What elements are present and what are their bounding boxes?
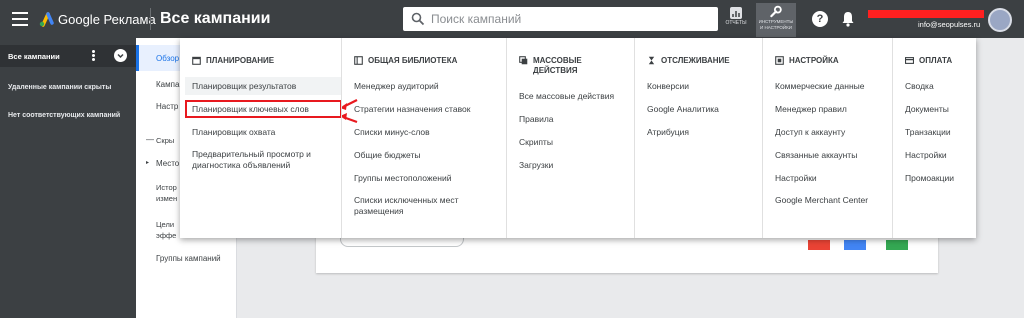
menu-item-shared-budgets[interactable]: Общие бюджеты — [354, 150, 420, 161]
nav-item-overview[interactable]: Обзор — [156, 54, 179, 63]
calendar-icon — [192, 56, 201, 65]
help-icon[interactable]: ? — [812, 11, 828, 27]
menu-item-billing-settings[interactable]: Настройки — [905, 150, 947, 161]
menu-item-google-merchant-center[interactable]: Google Merchant Center — [775, 195, 875, 206]
red-block — [808, 240, 830, 250]
tools-and-settings-button[interactable]: ИНСТРУМЕНТЫ И НАСТРОЙКИ — [756, 3, 796, 37]
setup-icon — [775, 56, 784, 65]
menu-column-header: НАСТРОЙКА — [775, 56, 839, 67]
reports-label: ОТЧЕТЫ — [725, 20, 747, 26]
nav-item-campaigns[interactable]: Кампа — [156, 80, 179, 89]
page-title: Все кампании — [160, 10, 271, 27]
menu-item-bid-strategies[interactable]: Стратегии назначения ставок — [354, 104, 470, 115]
reports-button[interactable]: ОТЧЕТЫ — [724, 4, 748, 36]
notifications-bell-icon[interactable] — [841, 11, 855, 27]
menu-item-all-bulk-actions[interactable]: Все массовые действия — [519, 91, 614, 102]
reports-icon — [730, 7, 742, 19]
header-divider — [150, 8, 151, 30]
menu-item-placement-exclusion-lists[interactable]: Списки исключенных мест размещения — [354, 195, 494, 217]
menu-item-ad-preview-diagnosis[interactable]: Предварительный просмотр и диагностика о… — [192, 149, 332, 171]
blue-block — [844, 240, 866, 250]
menu-column-header: ОБЩАЯ БИБЛИОТЕКА — [354, 56, 457, 67]
nav-item-change-history-line2[interactable]: измен — [156, 193, 177, 204]
menu-item-conversions[interactable]: Конверсии — [647, 81, 689, 92]
menu-item-attribution[interactable]: Атрибуция — [647, 127, 689, 138]
library-icon — [354, 56, 363, 65]
menu-item-business-data[interactable]: Коммерческие данные — [775, 81, 865, 92]
menu-item-summary[interactable]: Сводка — [905, 81, 934, 92]
card-icon — [905, 57, 914, 64]
no-matching-campaigns-text: Нет соответствующих кампаний — [8, 112, 121, 119]
menu-item-linked-accounts[interactable]: Связанные аккаунты — [775, 150, 857, 161]
menu-item-performance-planner[interactable]: Планировщик результатов — [192, 81, 296, 92]
wrench-icon — [770, 5, 782, 18]
tools-label-line1: ИНСТРУМЕНТЫ — [758, 19, 794, 24]
menu-item-rules[interactable]: Правила — [519, 114, 554, 125]
menu-item-rule-manager[interactable]: Менеджер правил — [775, 104, 847, 115]
brand-name[interactable]: Google Реклама — [58, 12, 156, 27]
menu-column-measurement: ОТСЛЕЖИВАНИЕ Конверсии Google Аналитика … — [634, 38, 762, 238]
search-input[interactable] — [431, 10, 711, 28]
collapse-dash: — — [146, 135, 154, 144]
menu-item-account-access[interactable]: Доступ к аккаунту — [775, 127, 845, 138]
nav-item-settings[interactable]: Настр — [156, 102, 178, 111]
menu-column-header: ОТСЛЕЖИВАНИЕ — [647, 56, 730, 67]
removed-campaigns-hidden-text: Удаленные кампании скрыты — [8, 84, 112, 91]
avatar[interactable] — [988, 8, 1012, 32]
menu-item-promotions[interactable]: Промоакции — [905, 173, 954, 184]
more-options-icon[interactable] — [92, 50, 96, 62]
menu-item-transactions[interactable]: Транзакции — [905, 127, 951, 138]
overview-card — [316, 233, 938, 273]
nav-item-hide[interactable]: Скры — [156, 136, 174, 145]
menu-column-billing: ОПЛАТА Сводка Документы Транзакции Настр… — [892, 38, 976, 238]
chevron-down-icon[interactable] — [114, 49, 127, 62]
nav-item-locations[interactable]: Место — [156, 159, 179, 168]
menu-item-preferences[interactable]: Настройки — [775, 173, 817, 184]
green-block — [886, 240, 908, 250]
menu-item-scripts[interactable]: Скрипты — [519, 137, 553, 148]
menu-column-header: ПЛАНИРОВАНИЕ — [192, 56, 274, 67]
redacted-account-name — [868, 10, 984, 18]
menu-icon[interactable] — [12, 12, 28, 26]
all-campaigns-label: Все кампании — [8, 52, 60, 61]
menu-column-setup: НАСТРОЙКА Коммерческие данные Менеджер п… — [762, 38, 892, 238]
top-app-bar: Google Реклама Все кампании ОТЧЕТЫ ИНСТР… — [0, 0, 1024, 38]
tools-label-line2: И НАСТРОЙКИ — [760, 25, 792, 30]
menu-item-location-groups[interactable]: Группы местоположений — [354, 173, 451, 184]
menu-column-shared-library: ОБЩАЯ БИБЛИОТЕКА Менеджер аудиторий Стра… — [341, 38, 506, 238]
menu-item-reach-planner[interactable]: Планировщик охвата — [192, 127, 275, 138]
expand-arrow-icon[interactable]: ▸ — [146, 159, 149, 166]
search-icon — [411, 12, 425, 26]
campaign-tree-panel: Все кампании Удаленные кампании скрыты Н… — [0, 38, 136, 318]
all-campaigns-row[interactable]: Все кампании — [0, 45, 136, 67]
nav-item-goals-line1[interactable]: Цели — [156, 219, 174, 230]
hourglass-icon — [648, 56, 655, 65]
menu-column-planning: ПЛАНИРОВАНИЕ Планировщик результатов Пла… — [180, 38, 342, 238]
menu-item-audience-manager[interactable]: Менеджер аудиторий — [354, 81, 439, 92]
menu-item-keyword-planner[interactable]: Планировщик ключевых слов — [192, 104, 309, 115]
account-email[interactable]: info@seopulses.ru — [918, 20, 980, 29]
menu-column-bulk-actions: МАССОВЫЕ ДЕЙСТВИЯ Все массовые действия … — [506, 38, 634, 238]
nav-item-campaign-groups[interactable]: Группы кампаний — [156, 254, 221, 263]
menu-column-header: МАССОВЫЕ ДЕЙСТВИЯ — [519, 56, 603, 76]
tools-and-settings-menu: ПЛАНИРОВАНИЕ Планировщик результатов Пла… — [180, 38, 976, 238]
nav-item-goals-line2[interactable]: эффе — [156, 230, 176, 241]
nav-item-change-history-line1[interactable]: Истор — [156, 182, 177, 193]
google-ads-logo-icon — [39, 12, 54, 27]
menu-item-google-analytics[interactable]: Google Аналитика — [647, 104, 719, 115]
menu-item-documents[interactable]: Документы — [905, 104, 949, 115]
menu-item-uploads[interactable]: Загрузки — [519, 160, 553, 171]
search-box[interactable] — [403, 7, 718, 31]
menu-item-negative-keyword-lists[interactable]: Списки минус-слов — [354, 127, 430, 138]
copy-icon — [519, 56, 528, 65]
menu-column-header: ОПЛАТА — [905, 56, 952, 67]
